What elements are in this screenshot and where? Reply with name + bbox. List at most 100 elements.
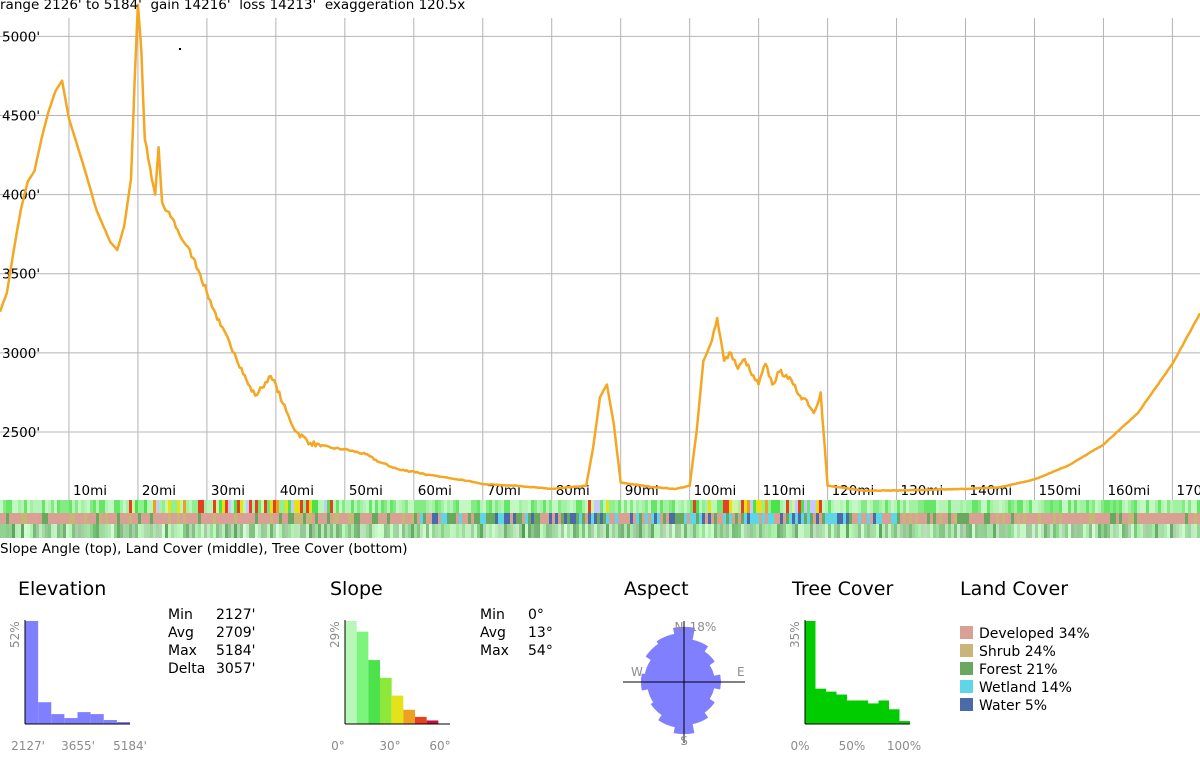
land-cover-strip-cell: [915, 513, 918, 524]
land-cover-strip-cell: [819, 513, 822, 524]
slope-strip-cell: [696, 500, 699, 513]
slope-strip-cell: [927, 500, 930, 513]
land-cover-strip-cell: [96, 513, 99, 524]
histogram-bar: [847, 700, 858, 724]
tree-cover-strip-cell: [498, 524, 501, 538]
slope-strip-cell: [342, 500, 345, 513]
tree-cover-strip-cell: [135, 524, 138, 538]
tree-cover-strip-cell: [1173, 524, 1176, 538]
land-cover-strip-cell: [48, 513, 51, 524]
histogram-x-label: 50%: [839, 739, 866, 753]
tree-cover-strip-cell: [441, 524, 444, 538]
tree-cover-strip-cell: [183, 524, 186, 538]
legend-label: Shrub 24%: [979, 644, 1056, 660]
slope-strip-cell: [954, 500, 957, 513]
slope-strip-cell: [969, 500, 972, 513]
land-cover-strip-cell: [906, 513, 909, 524]
land-cover-strip-cell: [555, 513, 558, 524]
tree-cover-strip-cell: [1083, 524, 1086, 538]
slope-strip-cell: [981, 500, 984, 513]
land-cover-strip-cell: [1029, 513, 1032, 524]
land-cover-strip-cell: [84, 513, 87, 524]
slope-strip-cell: [480, 500, 483, 513]
land-cover-strip-cell: [1020, 513, 1023, 524]
slope-strip-cell: [27, 500, 30, 513]
land-cover-strip-cell: [1125, 513, 1128, 524]
slope-strip-cell: [489, 500, 492, 513]
land-cover-strip-cell: [477, 513, 480, 524]
tree-cover-strip-cell: [732, 524, 735, 538]
slope-strip-cell: [348, 500, 351, 513]
slope-strip-cell: [99, 500, 102, 513]
tree-cover-strip-cell: [252, 524, 255, 538]
tree-cover-strip-cell: [1113, 524, 1116, 538]
land-cover-strip-cell: [849, 513, 852, 524]
tree-cover-strip-cell: [105, 524, 108, 538]
histogram-bar: [815, 688, 826, 724]
tree-cover-strip-cell: [993, 524, 996, 538]
slope-strip-cell: [726, 500, 729, 513]
tree-cover-strip-cell: [513, 524, 516, 538]
tree-cover-strip-cell: [489, 524, 492, 538]
slope-strip-cell: [720, 500, 723, 513]
slope-strip-cell: [357, 500, 360, 513]
land-cover-strip-cell: [861, 513, 864, 524]
slope-strip-cell: [168, 500, 171, 513]
slope-strip-cell: [450, 500, 453, 513]
tree-cover-strip-cell: [1020, 524, 1023, 538]
tree-cover-strip-cell: [879, 524, 882, 538]
land-cover-strip-cell: [1068, 513, 1071, 524]
land-cover-strip-cell: [108, 513, 111, 524]
slope-strip-cell: [192, 500, 195, 513]
land-cover-strip-cell: [798, 513, 801, 524]
tree-cover-strip-cell: [543, 524, 546, 538]
tree-cover-strip-cell: [219, 524, 222, 538]
slope-strip-cell: [453, 500, 456, 513]
aspect-rose: N 18% E S W: [623, 620, 745, 748]
land-cover-strip-cell: [699, 513, 702, 524]
slope-strip-cell: [945, 500, 948, 513]
land-cover-strip-cell: [846, 513, 849, 524]
tree-cover-strip-cell: [408, 524, 411, 538]
land-cover-strip-cell: [795, 513, 798, 524]
tree-cover-strip-cell: [315, 524, 318, 538]
land-cover-strip-cell: [693, 513, 696, 524]
slope-strip-cell: [234, 500, 237, 513]
tree-cover-strip-cell: [792, 524, 795, 538]
land-cover-strip-cell: [429, 513, 432, 524]
land-cover-strip-cell: [927, 513, 930, 524]
land-cover-strip-cell: [882, 513, 885, 524]
tree-cover-strip-cell: [465, 524, 468, 538]
land-cover-strip-cell: [1164, 513, 1167, 524]
slope-strip-cell: [879, 500, 882, 513]
land-cover-strip-cell: [1137, 513, 1140, 524]
tree-cover-strip-cell: [48, 524, 51, 538]
land-cover-strip-cell: [978, 513, 981, 524]
slope-strip-cell: [135, 500, 138, 513]
slope-strip-cell: [858, 500, 861, 513]
land-cover-strip-cell: [441, 513, 444, 524]
slope-strip-cell: [405, 500, 408, 513]
slope-strip-cell: [129, 500, 132, 513]
land-cover-strip-cell: [1176, 513, 1179, 524]
histogram-bar: [25, 621, 39, 724]
histogram-bar: [51, 714, 65, 724]
slope-strip-cell: [294, 500, 297, 513]
histogram-x-label: 60°: [429, 739, 450, 753]
slope-strip-cell: [801, 500, 804, 513]
land-cover-strip-cell: [885, 513, 888, 524]
land-cover-strip-cell: [129, 513, 132, 524]
tree-cover-strip-cell: [333, 524, 336, 538]
tree-cover-strip-cell: [1176, 524, 1179, 538]
slope-strip-cell: [1017, 500, 1020, 513]
land-cover-strip-cell: [774, 513, 777, 524]
land-cover-strip-cell: [369, 513, 372, 524]
slope-strip-cell: [1050, 500, 1053, 513]
tree-cover-strip-cell: [807, 524, 810, 538]
tree-cover-strip-cell: [69, 524, 72, 538]
slope-strip-cell: [513, 500, 516, 513]
land-cover-strip-cell: [1083, 513, 1086, 524]
land-cover-strip-cell: [660, 513, 663, 524]
land-cover-strip-cell: [879, 513, 882, 524]
land-cover-strip-cell: [177, 513, 180, 524]
